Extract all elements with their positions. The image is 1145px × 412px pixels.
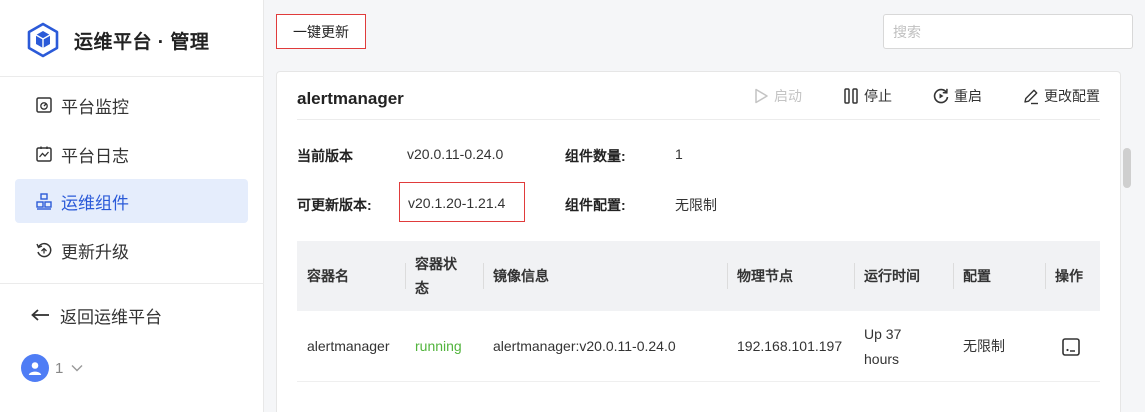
component-count-value: 1 <box>675 146 683 162</box>
component-config-label: 组件配置: <box>565 197 626 213</box>
update-all-button[interactable]: 一键更新 <box>276 14 366 49</box>
th-container-name: 容器名 <box>307 268 349 284</box>
current-version-value: v20.0.11-0.24.0 <box>407 146 504 162</box>
brand-title: 运维平台 · 管理 <box>74 31 210 53</box>
table-header: 容器名 容器状态 镜像信息 物理节点 运行时间 配置 操作 <box>297 241 1100 311</box>
cell-container-status: running <box>415 338 462 354</box>
component-name: alertmanager <box>297 89 404 108</box>
edit-icon <box>1022 87 1040 105</box>
scrollbar-thumb[interactable] <box>1123 148 1131 188</box>
cell-image-info: alertmanager:v20.0.11-0.24.0 <box>493 338 676 354</box>
sidebar-item-label: 平台日志 <box>61 146 129 166</box>
start-label: 启动 <box>774 88 802 104</box>
edit-config-label: 更改配置 <box>1044 88 1100 104</box>
th-container-status: 容器状态 <box>415 256 457 296</box>
sidebar-divider <box>0 76 264 77</box>
restart-label: 重启 <box>954 88 982 104</box>
upgrade-icon <box>35 241 53 259</box>
cube-logo-icon <box>26 22 60 58</box>
sidebar-item-monitor[interactable]: 平台监控 <box>15 83 248 127</box>
sidebar-item-label: 平台监控 <box>61 97 129 117</box>
component-icon <box>35 192 53 210</box>
th-image-info: 镜像信息 <box>493 268 549 284</box>
card-divider <box>297 119 1100 120</box>
user-icon <box>28 362 42 375</box>
sidebar-item-upgrade[interactable]: 更新升级 <box>15 228 248 272</box>
sidebar-item-logs[interactable]: 平台日志 <box>15 132 248 176</box>
component-config-value: 无限制 <box>675 197 717 213</box>
sidebar: 运维平台 · 管理 平台监控 平台日志 运维组件 更新升级 返回运维平台 1 <box>0 0 264 412</box>
current-version-label: 当前版本 <box>297 148 353 164</box>
component-card: alertmanager 启动 停止 重启 更改配置 当前版本 v20.0.11… <box>276 71 1121 412</box>
start-button[interactable]: 启动 <box>752 86 802 106</box>
search-input[interactable] <box>883 14 1133 49</box>
th-node: 物理节点 <box>737 268 793 284</box>
updatable-version-label: 可更新版本: <box>297 197 372 213</box>
restart-icon <box>932 87 950 105</box>
back-label: 返回运维平台 <box>60 307 162 327</box>
component-actions: 启动 停止 重启 更改配置 <box>712 86 1100 106</box>
avatar <box>21 354 49 382</box>
edit-config-button[interactable]: 更改配置 <box>1022 86 1100 106</box>
play-icon <box>752 87 770 105</box>
cell-uptime: Up 37 hours <box>864 325 902 367</box>
cell-container-name: alertmanager <box>307 338 390 354</box>
cell-actions <box>1045 311 1100 382</box>
stop-label: 停止 <box>864 88 892 104</box>
restart-button[interactable]: 重启 <box>932 86 982 106</box>
th-config: 配置 <box>963 268 991 284</box>
terminal-icon[interactable] <box>1061 337 1081 357</box>
stop-button[interactable]: 停止 <box>842 86 892 106</box>
cell-node: 192.168.101.197 <box>737 338 843 354</box>
th-uptime: 运行时间 <box>864 268 920 284</box>
sidebar-item-label: 更新升级 <box>61 242 129 262</box>
pause-icon <box>842 87 860 105</box>
chevron-down-icon <box>71 364 83 372</box>
cell-config: 无限制 <box>963 338 1005 354</box>
updatable-version-value: v20.1.20-1.21.4 <box>408 195 506 211</box>
sidebar-divider <box>0 283 264 284</box>
back-to-platform-link[interactable]: 返回运维平台 <box>30 300 162 330</box>
log-icon <box>35 145 53 163</box>
th-actions: 操作 <box>1055 268 1083 284</box>
monitor-icon <box>35 96 53 114</box>
arrow-left-icon <box>30 308 50 322</box>
sidebar-item-label: 运维组件 <box>61 193 129 213</box>
sidebar-item-components[interactable]: 运维组件 <box>15 179 248 223</box>
user-menu[interactable]: 1 <box>21 354 83 382</box>
table-row: alertmanager running alertmanager:v20.0.… <box>297 311 1100 382</box>
user-name: 1 <box>55 359 64 377</box>
component-count-label: 组件数量: <box>565 148 626 164</box>
brand: 运维平台 · 管理 <box>26 22 209 58</box>
